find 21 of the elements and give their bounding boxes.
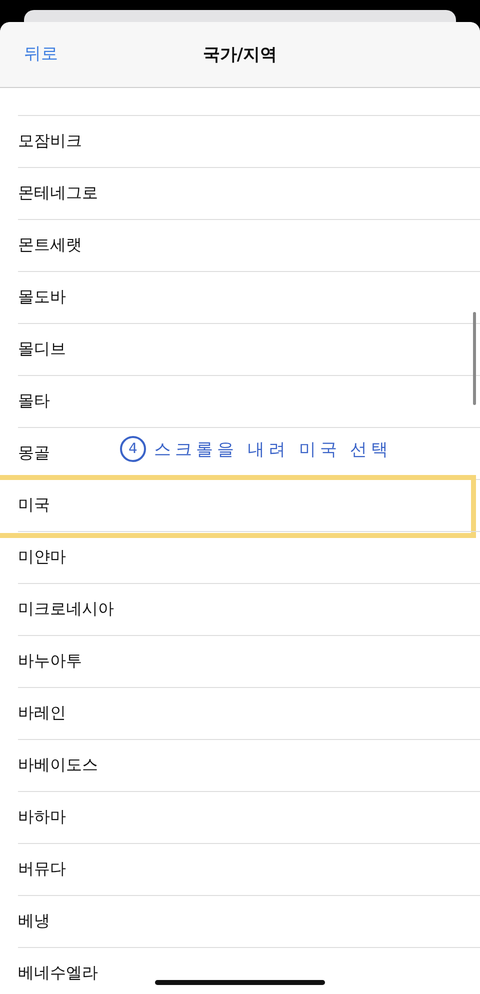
country-item[interactable]: 베냉 [18, 911, 50, 932]
country-item[interactable]: 베네수엘라 [18, 963, 98, 984]
country-item[interactable]: 바레인 [18, 703, 66, 724]
country-item[interactable]: 몰도바 [18, 287, 66, 308]
country-item[interactable]: 바하마 [18, 807, 66, 828]
handwritten-note: 스크롤을 내려 미국 선택 [154, 438, 392, 460]
step-number: 4 [120, 436, 146, 462]
country-item[interactable]: 몰타 [18, 391, 50, 412]
country-item[interactable]: 미얀마 [18, 547, 66, 568]
country-item[interactable]: 몬트세랫 [18, 235, 82, 256]
country-item[interactable]: 미국 [18, 495, 50, 516]
country-item[interactable]: 몽골 [18, 443, 50, 464]
country-item[interactable]: 미크로네시아 [18, 599, 114, 620]
country-item[interactable]: 모잠비크 [18, 131, 82, 152]
screen-title: 국가/지역 [202, 44, 278, 66]
country-item[interactable]: 버뮤다 [18, 859, 66, 880]
country-item[interactable]: 몬테네그로 [18, 183, 98, 204]
country-item[interactable]: 바베이도스 [18, 755, 98, 776]
country-item[interactable]: 바누아투 [18, 651, 82, 672]
back-button[interactable]: 뒤로 [20, 40, 62, 67]
country-item[interactable]: 몰디브 [18, 339, 66, 360]
